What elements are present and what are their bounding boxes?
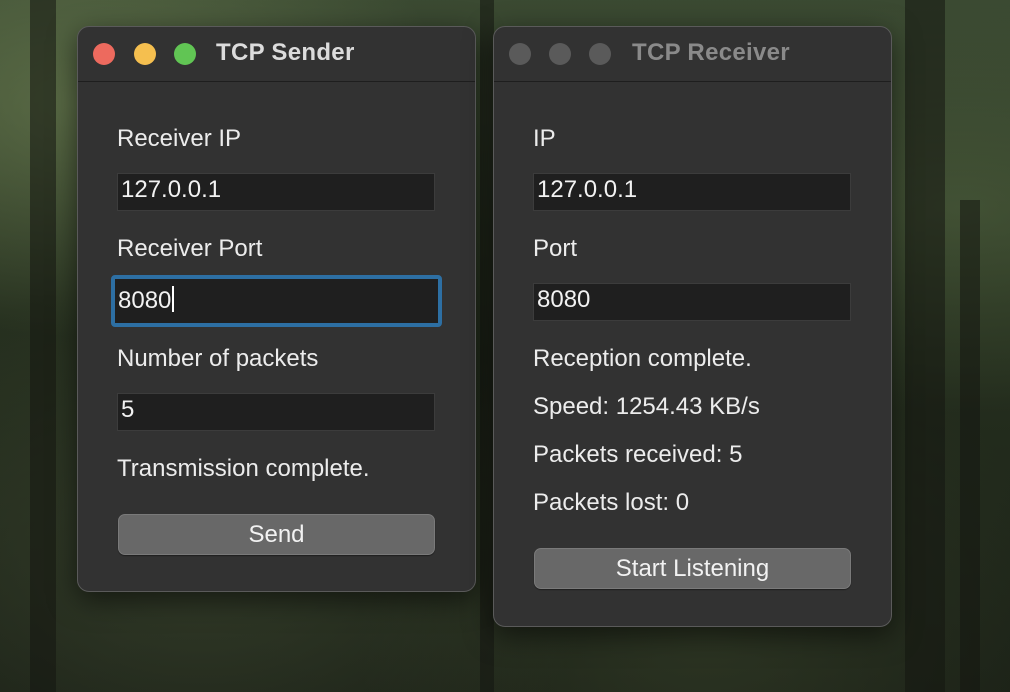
minimize-button[interactable] [134,43,156,65]
wallpaper-trunk [905,0,945,692]
window-title: TCP Sender [216,39,355,66]
sender-titlebar[interactable]: TCP Sender [78,27,475,82]
packets-label: Number of packets [117,345,319,372]
packets-value: 5 [121,396,135,423]
sender-status: Transmission complete. [117,455,370,482]
speed-text: Speed: 1254.43 KB/s [533,393,760,420]
port-field[interactable]: 8080 [533,283,851,321]
packets-lost-text: Packets lost: 0 [533,489,690,516]
window-title: TCP Receiver [632,39,790,66]
text-caret [172,286,175,312]
ip-field[interactable]: 127.0.0.1 [533,173,851,211]
start-listening-button[interactable]: Start Listening [534,548,851,589]
ip-label: IP [533,125,556,152]
tcp-sender-window: TCP Sender Receiver IP 127.0.0.1 Receive… [77,26,476,592]
receiver-port-label: Receiver Port [117,235,263,262]
packets-field[interactable]: 5 [117,393,435,431]
wallpaper-trunk [480,0,494,692]
send-button[interactable]: Send [118,514,435,555]
receiver-status: Reception complete. [533,345,752,372]
receiver-ip-field[interactable]: 127.0.0.1 [117,173,435,211]
wallpaper-trunk [960,200,980,692]
port-value: 8080 [537,286,591,313]
close-button[interactable] [93,43,115,65]
receiver-ip-label: Receiver IP [117,125,242,152]
receiver-port-value: 8080 [118,287,172,314]
receiver-port-field[interactable]: 8080 [111,275,442,327]
receiver-titlebar[interactable]: TCP Receiver [494,27,891,82]
zoom-button[interactable] [174,43,196,65]
packets-received-text: Packets received: 5 [533,441,743,468]
port-label: Port [533,235,578,262]
ip-value: 127.0.0.1 [537,176,638,203]
zoom-button[interactable] [589,43,611,65]
tcp-receiver-window: TCP Receiver IP 127.0.0.1 Port 8080 Rece… [493,26,892,627]
receiver-ip-value: 127.0.0.1 [121,176,222,203]
close-button[interactable] [509,43,531,65]
wallpaper-trunk [30,0,56,692]
minimize-button[interactable] [549,43,571,65]
